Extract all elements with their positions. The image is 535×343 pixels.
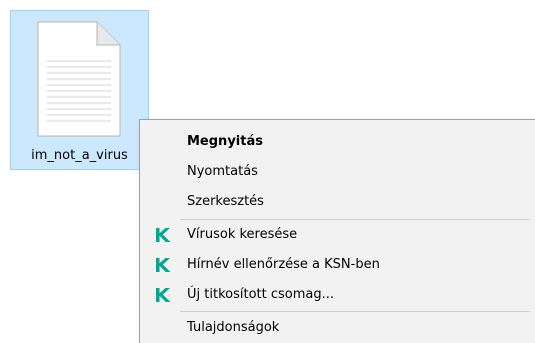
file-item-selected[interactable]: im_not_a_virus: [10, 10, 149, 170]
menu-item-label: Új titkosított csomag...: [187, 287, 334, 302]
text-document-icon: [37, 21, 121, 137]
context-menu: Megnyitás Nyomtatás Szerkesztés Vírusok …: [139, 119, 535, 343]
file-name-label: im_not_a_virus: [31, 148, 128, 163]
menu-item-open[interactable]: Megnyitás: [140, 127, 535, 157]
kaspersky-icon: [156, 228, 171, 242]
menu-item-virus-scan[interactable]: Vírusok keresése: [140, 220, 535, 250]
menu-item-label: Hírnév ellenőrzése a KSN-ben: [187, 257, 380, 272]
kaspersky-icon: [156, 288, 171, 302]
menu-item-label: Vírusok keresése: [187, 227, 298, 242]
menu-item-new-encrypted-package[interactable]: Új titkosított csomag...: [140, 280, 535, 310]
menu-item-label: Megnyitás: [187, 134, 263, 149]
menu-item-print[interactable]: Nyomtatás: [140, 157, 535, 187]
menu-item-label: Tulajdonságok: [187, 320, 280, 335]
menu-item-label: Szerkesztés: [187, 194, 264, 209]
menu-separator: [180, 311, 530, 312]
menu-item-properties[interactable]: Tulajdonságok: [140, 313, 535, 343]
desktop: im_not_a_virus Megnyitás Nyomtatás Szerk…: [0, 0, 535, 343]
kaspersky-icon: [156, 258, 171, 272]
menu-item-ksn-reputation[interactable]: Hírnév ellenőrzése a KSN-ben: [140, 250, 535, 280]
menu-item-label: Nyomtatás: [187, 164, 258, 179]
menu-item-edit[interactable]: Szerkesztés: [140, 187, 535, 217]
